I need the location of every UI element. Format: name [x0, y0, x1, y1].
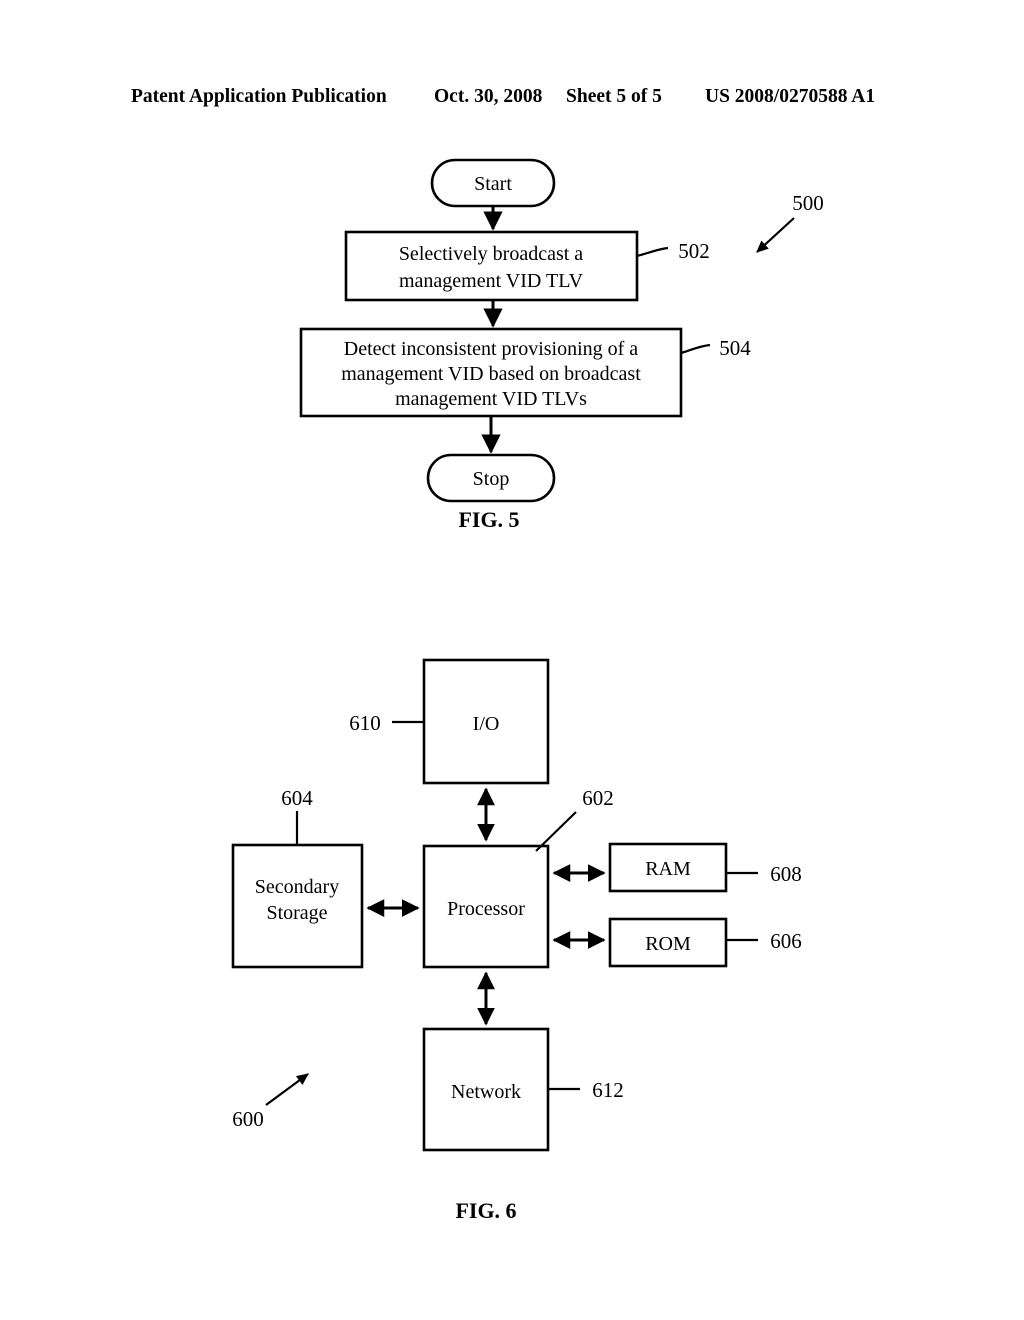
block-node-rom-label: ROM — [645, 933, 691, 955]
ref-label-608: 608 — [770, 862, 802, 886]
ref-label-606: 606 — [770, 929, 802, 953]
ref-label-604: 604 — [281, 786, 313, 810]
block-node-network-label: Network — [451, 1081, 521, 1103]
block-node-io-label: I/O — [473, 713, 500, 735]
block-node-secondary-storage-label-line-2: Storage — [266, 902, 327, 924]
block-node-ram-label: RAM — [645, 858, 691, 880]
patent-page: Patent Application Publication Oct. 30, … — [0, 0, 1024, 1320]
ref-leader-600 — [265, 1073, 309, 1106]
ref-label-612: 612 — [592, 1078, 624, 1102]
ref-leader-602 — [535, 811, 577, 852]
figure-6-caption: FIG. 6 — [455, 1198, 516, 1223]
ref-label-602: 602 — [582, 786, 614, 810]
block-node-secondary-storage-label-line-1: Secondary — [255, 876, 339, 898]
figure-6: I/O 610 Secondary Storage 604 Processor … — [231, 658, 802, 1223]
ref-label-610: 610 — [349, 711, 381, 735]
ref-label-600: 600 — [232, 1107, 264, 1131]
block-node-processor-label: Processor — [447, 898, 525, 920]
